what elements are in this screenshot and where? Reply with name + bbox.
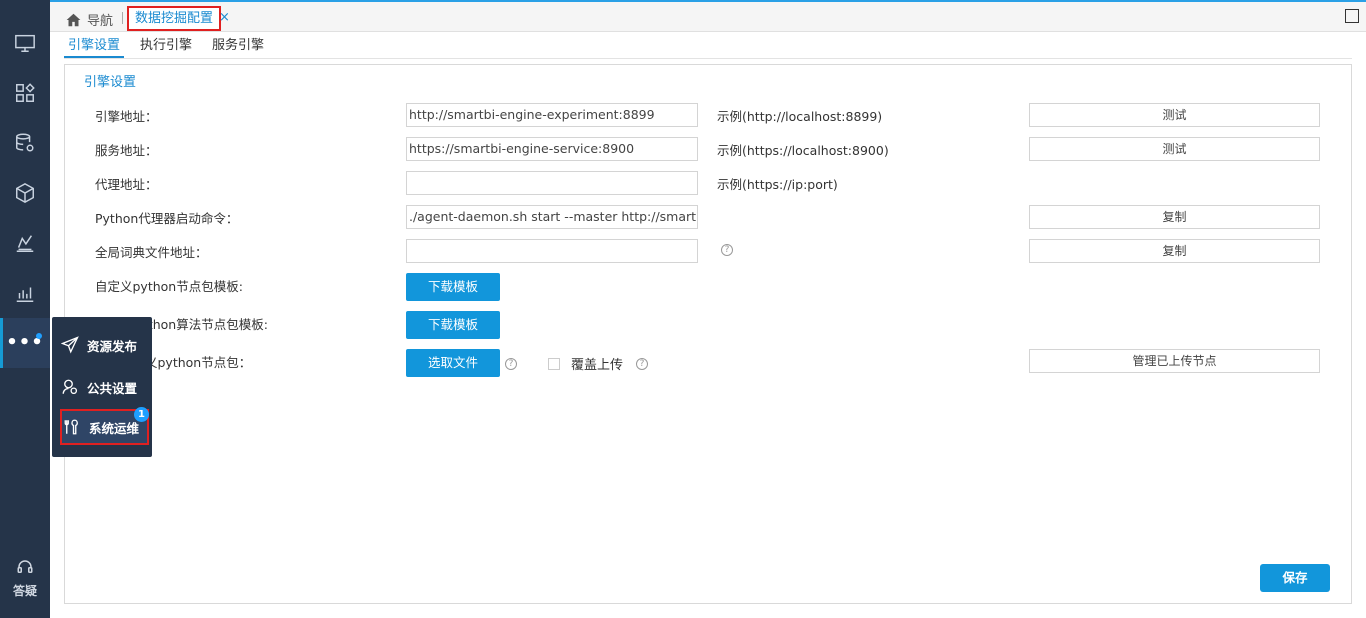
menu-item-label: 系统运维 <box>89 420 140 436</box>
engine-addr-label: 引擎地址： <box>95 109 158 124</box>
service-addr-label: 服务地址： <box>95 143 158 158</box>
download-algo-template-button[interactable]: 下载模板 <box>406 311 500 339</box>
menu-item-label: 资源发布 <box>87 338 138 354</box>
sidebar-item-bar-chart[interactable] <box>0 268 50 318</box>
answer-label: 答疑 <box>12 584 37 598</box>
sidebar-item-monitor[interactable] <box>0 18 50 68</box>
tab-exec-engine[interactable]: 执行引擎 <box>136 36 196 58</box>
cover-upload-label: 覆盖上传 <box>571 358 624 373</box>
service-addr-input[interactable]: https://smartbi-engine-service:8900 <box>406 137 698 161</box>
engine-test-button[interactable]: 测试 <box>1029 103 1320 127</box>
sidebar-answer[interactable]: 答疑 <box>0 558 50 599</box>
tabs-divider <box>64 58 1352 59</box>
engine-addr-hint: 示例(http://localhost:8899) <box>717 109 883 124</box>
proxy-addr-label: 代理地址： <box>95 177 158 192</box>
dict-copy-button[interactable]: 复制 <box>1029 239 1320 263</box>
service-addr-hint: 示例(https://localhost:8900) <box>717 143 889 158</box>
bar-chart-icon <box>16 287 34 302</box>
help-icon[interactable]: ? <box>636 358 648 370</box>
headset-icon <box>17 560 33 573</box>
sidebar-item-database[interactable] <box>0 118 50 168</box>
dict-addr-label: 全局词典文件地址： <box>95 245 208 260</box>
tab-bar: 导航 数据挖掘配置 × <box>50 0 1366 32</box>
cube-icon <box>16 182 34 204</box>
cover-upload-checkbox[interactable] <box>548 358 560 370</box>
manage-uploaded-button[interactable]: 管理已上传节点 <box>1029 349 1320 373</box>
tab-engine-settings[interactable]: 引擎设置 <box>64 36 125 58</box>
home-icon <box>66 13 81 26</box>
sidebar-item-chart-edit[interactable] <box>0 218 50 268</box>
settings-tabs: 引擎设置 执行引擎 服务引擎 <box>64 36 268 58</box>
proxy-addr-input[interactable] <box>406 171 698 195</box>
section-title: 引擎设置 <box>84 75 137 90</box>
python-cmd-copy-button[interactable]: 复制 <box>1029 205 1320 229</box>
service-test-button[interactable]: 测试 <box>1029 137 1320 161</box>
close-icon[interactable]: × <box>219 10 230 25</box>
apps-icon <box>16 83 35 102</box>
help-icon[interactable]: ? <box>505 358 517 370</box>
sidebar-item-more[interactable]: ••• <box>0 318 50 368</box>
menu-item-public-settings[interactable]: 公共设置 <box>52 366 152 408</box>
notification-dot <box>36 333 42 339</box>
tab-service-engine[interactable]: 服务引擎 <box>208 36 268 58</box>
tab-data-mining-config[interactable]: 数据挖掘配置 <box>127 6 222 31</box>
custom-template-label: 自定义python节点包模板: <box>95 279 243 294</box>
monitor-icon <box>15 34 35 52</box>
more-menu-popup: 资源发布 公共设置 系统运维 1 <box>52 317 152 457</box>
home-label: 导航 <box>87 14 114 29</box>
notification-badge: 1 <box>134 407 149 422</box>
database-gear-icon <box>16 133 34 152</box>
menu-item-system-ops[interactable]: 系统运维 1 <box>60 407 149 445</box>
chart-edit-icon <box>16 235 34 252</box>
sidebar-item-apps[interactable] <box>0 68 50 118</box>
menu-item-label: 公共设置 <box>87 380 138 396</box>
tools-icon <box>64 419 78 435</box>
engine-addr-input[interactable]: http://smartbi-engine-experiment:8899 <box>406 103 698 127</box>
settings-user-icon <box>62 379 78 395</box>
maximize-icon[interactable] <box>1345 9 1359 23</box>
tab-separator <box>122 12 123 24</box>
more-icon: ••• <box>6 332 44 353</box>
python-cmd-label: Python代理器启动命令： <box>95 211 239 226</box>
dict-addr-input[interactable] <box>406 239 698 263</box>
download-template-button[interactable]: 下载模板 <box>406 273 500 301</box>
help-icon[interactable]: ? <box>721 244 733 256</box>
sidebar: ••• 答疑 <box>0 0 50 618</box>
nav-home[interactable]: 导航 <box>66 10 113 29</box>
proxy-addr-hint: 示例(https://ip:port) <box>717 177 838 192</box>
python-cmd-input[interactable]: ./agent-daemon.sh start --master http://… <box>406 205 698 229</box>
sidebar-item-cube[interactable] <box>0 168 50 218</box>
send-icon <box>61 336 79 354</box>
choose-file-button[interactable]: 选取文件 <box>406 349 500 377</box>
menu-item-resource-publish[interactable]: 资源发布 <box>52 324 152 366</box>
save-button[interactable]: 保存 <box>1260 564 1330 592</box>
